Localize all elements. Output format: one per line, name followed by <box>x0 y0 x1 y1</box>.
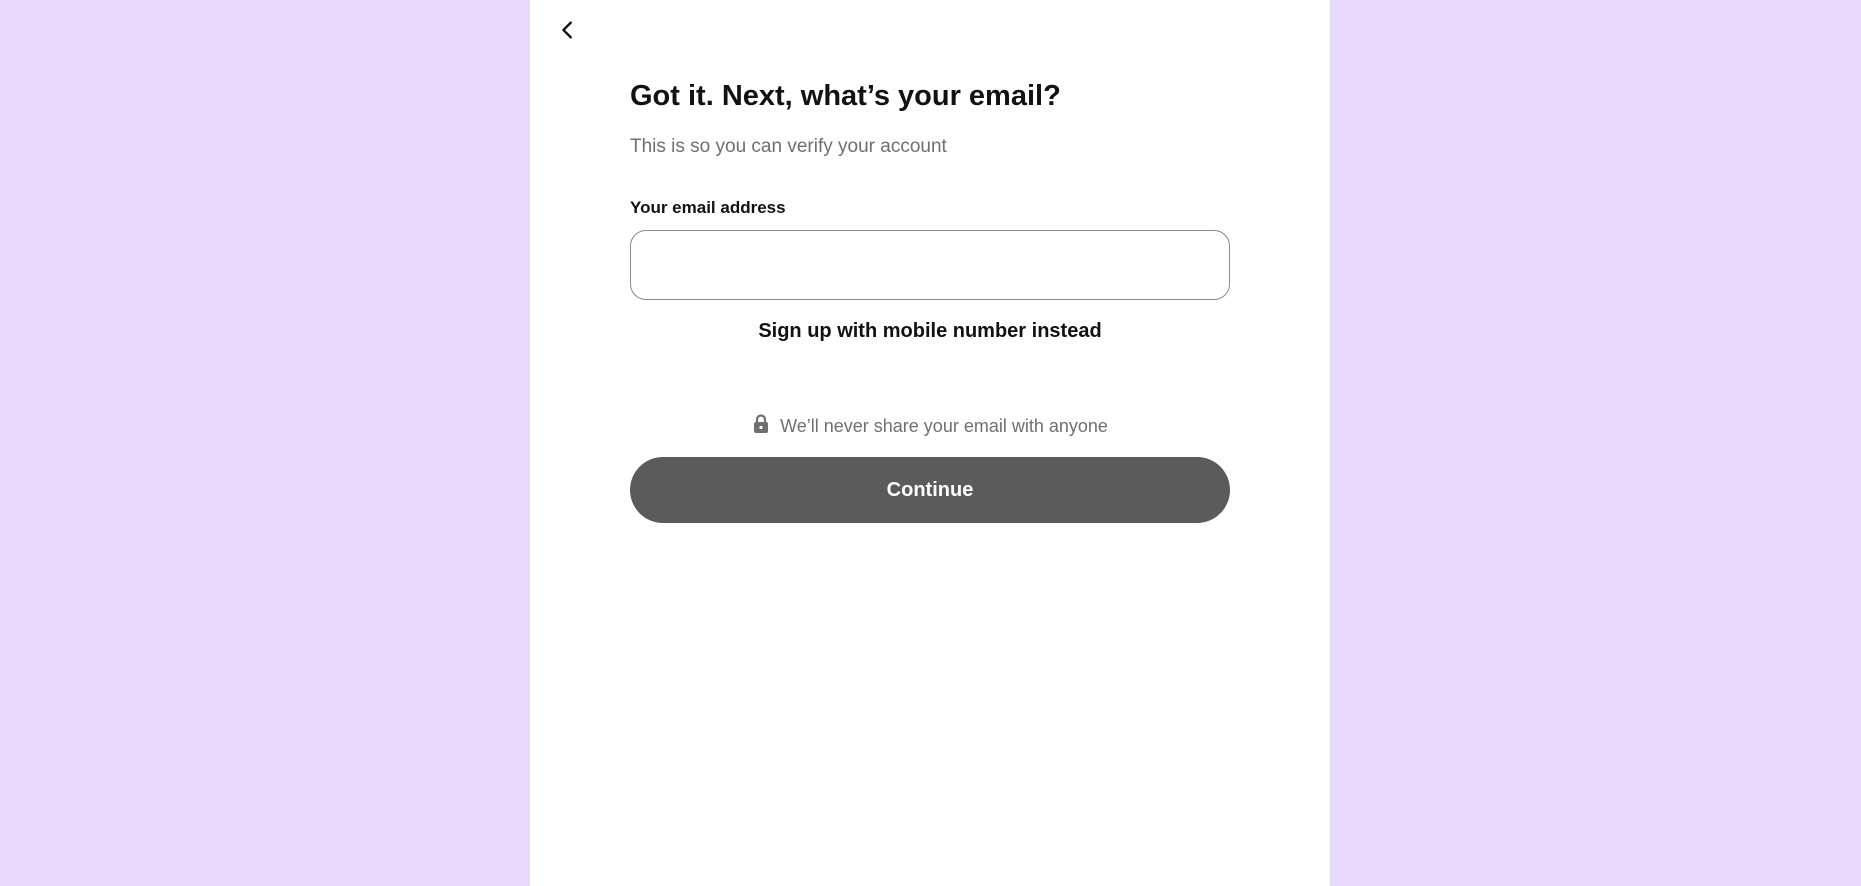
back-button[interactable] <box>550 12 586 48</box>
lock-icon <box>754 413 769 433</box>
page-subtitle: This is so you can verify your account <box>630 136 947 157</box>
continue-button[interactable]: Continue <box>630 457 1230 523</box>
page-title: Got it. Next, what’s your email? <box>630 80 1061 112</box>
chevron-left-icon <box>562 21 572 39</box>
privacy-note: We’ll never share your email with anyone <box>630 413 1230 437</box>
email-field[interactable] <box>630 230 1230 300</box>
sign-up-with-mobile-link[interactable]: Sign up with mobile number instead <box>630 320 1230 343</box>
email-field-label: Your email address <box>630 198 786 217</box>
privacy-text: We’ll never share your email with anyone <box>780 416 1108 436</box>
signup-panel: Got it. Next, what’s your email? This is… <box>530 0 1330 886</box>
